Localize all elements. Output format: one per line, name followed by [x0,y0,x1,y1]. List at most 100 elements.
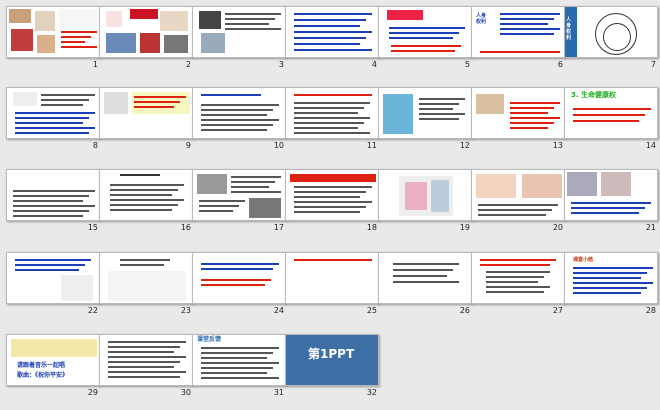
slide-cell[interactable]: 2 [99,6,193,76]
slide-cell[interactable]: 4 [285,6,379,76]
text-line [61,31,97,33]
slide-cell[interactable]: 人身权利 6 [471,6,565,76]
slide-cell[interactable]: 15 [6,169,100,239]
slide-cell[interactable]: 18 [285,169,379,239]
slide-thumbnail[interactable] [471,87,565,139]
slide-thumbnail[interactable] [99,6,193,58]
slide-cell[interactable]: 13 [471,87,565,157]
image-block [106,33,136,53]
text-line [225,18,275,20]
slide-thumbnail[interactable]: 课堂反馈 [192,334,286,386]
slide-cell[interactable]: 30 [99,334,193,404]
text-line [15,122,83,124]
slide-cell[interactable]: 20 [471,169,565,239]
text-line [15,117,89,119]
slide-thumbnail[interactable] [99,87,193,139]
slide-thumbnail[interactable] [192,87,286,139]
slide-thumbnail[interactable] [99,252,193,304]
slide-cell[interactable]: 课堂小结 28 [564,252,658,322]
slide-cell[interactable]: 3 [192,6,286,76]
slide-thumbnail[interactable] [378,87,472,139]
slide-cell[interactable]: 26 [378,252,472,322]
slide-thumbnail[interactable]: 人身权利 [471,6,565,58]
slide-cell[interactable]: 11 [285,87,379,157]
text-line [61,41,85,43]
text-line [201,347,279,349]
text-line [486,276,544,278]
slide-cell[interactable]: 12 [378,87,472,157]
slide-thumbnail[interactable]: 课堂小结 [564,252,658,304]
slide-cell[interactable]: 课堂反馈 31 [192,334,286,404]
text-line [393,275,447,277]
slide-thumbnail[interactable] [6,169,100,221]
text-line [108,376,180,378]
text-line [294,196,360,198]
image-block [567,172,597,196]
image-block [387,10,423,20]
slide-thumbnail[interactable]: 请跟着音乐一起唱 歌曲：《祝你平安》 [6,334,100,386]
slide-number: 31 [273,388,284,397]
slide-thumbnail[interactable] [378,169,472,221]
text-line [419,113,465,115]
slide-cell[interactable]: 25 [285,252,379,322]
text-line [486,281,538,283]
slide-thumbnail[interactable] [564,169,658,221]
text-line [201,352,273,354]
text-line [41,94,95,96]
slide-cell[interactable]: 1 [6,6,100,76]
slide-cell[interactable]: 23 [99,252,193,322]
slide-cell[interactable]: 3. 生命健康权 14 [564,87,658,157]
image-block [61,275,93,301]
slide-thumbnail[interactable]: 人身权利 [564,6,658,58]
text-line [573,267,653,269]
text-line [294,117,370,119]
slide-thumbnail[interactable]: 第1PPT [285,334,379,386]
slide-thumbnail[interactable] [6,87,100,139]
slide-thumbnail[interactable] [378,6,472,58]
text-line [201,94,261,96]
slide-cell[interactable]: 9 [99,87,193,157]
slide-thumbnail[interactable] [471,169,565,221]
slide-thumbnail[interactable] [285,87,379,139]
slide-cell[interactable]: 10 [192,87,286,157]
slide-thumbnail[interactable] [99,334,193,386]
slide-cell[interactable]: 27 [471,252,565,322]
text-line [201,124,273,126]
slide-cell[interactable]: 人身权利 7 [564,6,658,76]
slide-thumbnail[interactable] [378,252,472,304]
text-line [201,357,267,359]
slide-thumbnail[interactable] [285,252,379,304]
slide-cell[interactable]: 16 [99,169,193,239]
slide-thumbnail[interactable] [192,169,286,221]
text-line [201,372,267,374]
text-line [201,377,279,379]
text-line [419,103,459,105]
slide-cell[interactable]: 19 [378,169,472,239]
slide-thumbnail[interactable] [6,6,100,58]
slide-cell[interactable]: 24 [192,252,286,322]
slide-thumbnail[interactable] [471,252,565,304]
slide-cell[interactable]: 5 [378,6,472,76]
slide-thumbnail[interactable] [6,252,100,304]
text-line [108,356,186,358]
text-line [225,23,269,25]
slide-thumbnail[interactable] [285,169,379,221]
slide-thumbnail[interactable] [99,169,193,221]
slide-cell[interactable]: 请跟着音乐一起唱 歌曲：《祝你平安》 29 [6,334,100,404]
text-line [199,210,233,212]
slide-thumbnail[interactable] [192,252,286,304]
image-block [522,174,562,198]
slide-thumbnail[interactable] [192,6,286,58]
slide-cell[interactable]: 第1PPT 32 [285,334,379,404]
slide-cell[interactable]: 17 [192,169,286,239]
slide-cell[interactable]: 8 [6,87,100,157]
text-line [510,127,548,129]
slide-thumbnail[interactable]: 3. 生命健康权 [564,87,658,139]
slide-thumbnail[interactable] [285,6,379,58]
slide-number: 28 [645,306,656,315]
text-line [389,37,453,39]
slide-cell[interactable]: 21 [564,169,658,239]
text-line [294,132,370,134]
text-line [389,27,465,29]
slide-cell[interactable]: 22 [6,252,100,322]
